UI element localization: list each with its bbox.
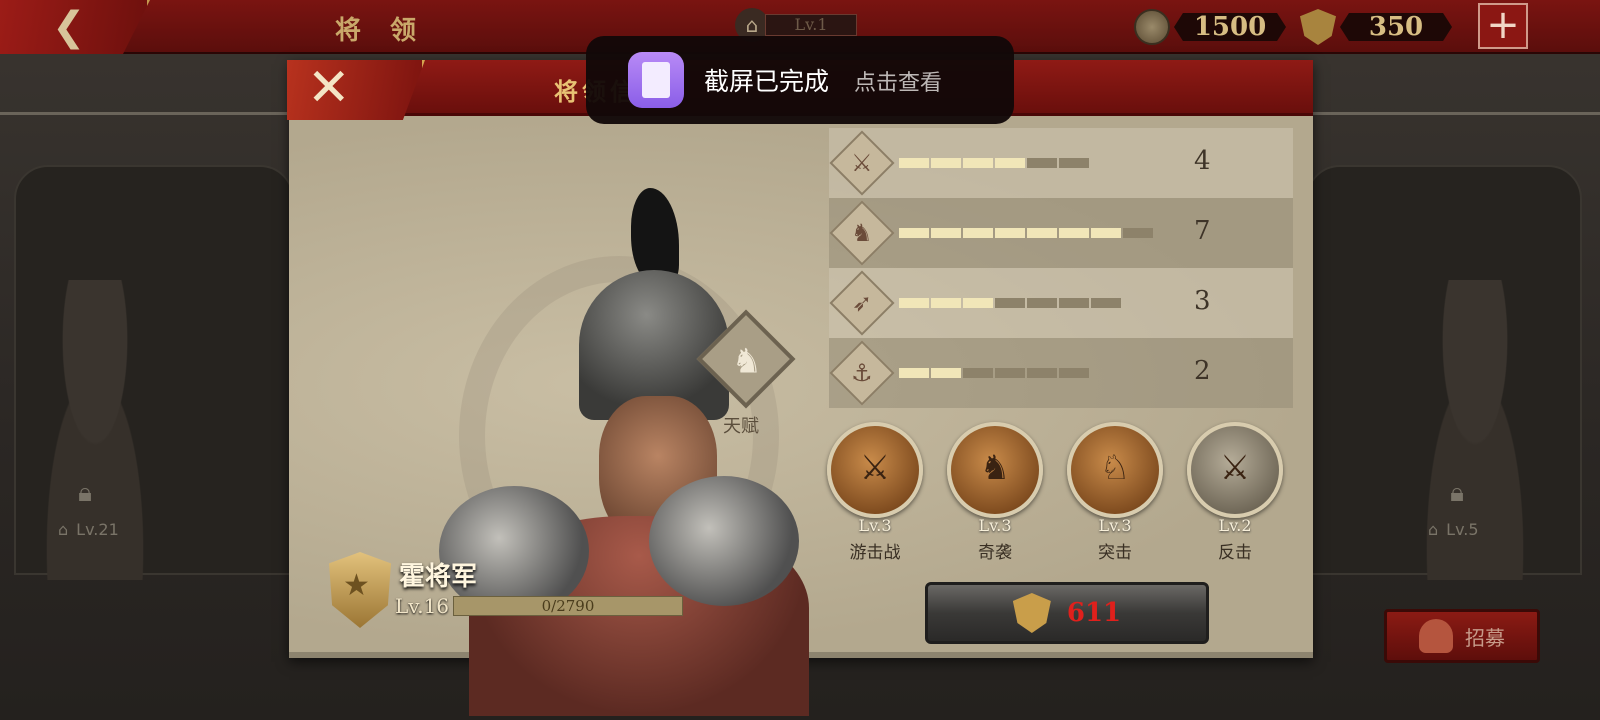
honor-value: 350 — [1340, 13, 1452, 41]
stat-row-navy: ⚓ 2 — [829, 338, 1293, 408]
stat-value: 2 — [1194, 356, 1211, 386]
stat-segment — [995, 158, 1025, 168]
stat-value: 4 — [1194, 146, 1211, 176]
stat-segment — [931, 158, 961, 168]
stat-segment — [963, 368, 993, 378]
stat-segment — [931, 368, 961, 378]
horse-icon: ♞ — [829, 200, 895, 266]
stat-segment — [931, 228, 961, 238]
talent-button[interactable]: ♞ 天赋 — [695, 309, 796, 437]
horse-head-icon: ♞ — [696, 309, 796, 409]
screen-title: 将 领 — [335, 16, 427, 46]
bow-icon: ➶ — [829, 270, 895, 336]
stat-segment — [1091, 298, 1121, 308]
stat-value: 3 — [1194, 286, 1211, 316]
stat-segment — [931, 298, 961, 308]
left-unlock-level: ⌂ Lv.21 — [58, 520, 119, 539]
stat-segment — [963, 228, 993, 238]
skill-ambush[interactable]: ♞ Lv.3 奇袭 — [945, 422, 1045, 563]
skill-ambush-icon: ♞ — [947, 422, 1043, 518]
add-resource-button[interactable]: + — [1478, 3, 1528, 49]
stat-segment — [899, 228, 929, 238]
coin-resource[interactable]: 1500 — [1134, 8, 1286, 46]
stat-row-archery: ➶ 3 — [829, 268, 1293, 338]
stat-segment — [963, 298, 993, 308]
upgrade-cost-button[interactable]: 611 — [925, 582, 1209, 644]
skill-counterattack[interactable]: ⚔ Lv.2 反击 — [1185, 422, 1285, 563]
stat-bar — [899, 298, 1121, 308]
close-button[interactable]: ✕ — [287, 60, 425, 120]
general-info-modal: 将领信 ✕ ★ 霍将军 Lv.16 0/2790 ♞ 天赋 ⚔ 4 — [287, 60, 1313, 716]
helmet-plus-icon — [1419, 619, 1453, 653]
rank-star-icon: ★ — [329, 552, 391, 628]
skill-level: Lv.3 — [978, 516, 1012, 535]
stat-bar — [899, 368, 1089, 378]
stat-segment — [1091, 228, 1121, 238]
game-screen: ❮ 将 领 ⌂ Lv.1 1500 350 + 🔒︎ 🔒︎ ⌂ Lv.21 ⌂ Lv… — [0, 0, 1600, 720]
stat-bar — [899, 158, 1089, 168]
sword-icon: ⚔ — [829, 130, 895, 196]
skill-name: 反击 — [1218, 543, 1252, 563]
skill-counterattack-icon: ⚔ — [1187, 422, 1283, 518]
stat-segment — [963, 158, 993, 168]
stat-bar — [899, 228, 1153, 238]
stat-segment — [995, 298, 1025, 308]
general-name-box: ★ 霍将军 Lv.16 0/2790 — [329, 550, 689, 640]
general-name: 霍将军 — [399, 562, 478, 592]
city-level-value: Lv.1 — [765, 14, 857, 36]
skill-level: Lv.3 — [858, 516, 892, 535]
close-icon: ✕ — [307, 58, 351, 118]
back-button[interactable]: ❮ — [0, 0, 150, 54]
anchor-icon: ⚓ — [829, 340, 895, 406]
stat-segment — [1123, 228, 1153, 238]
recruit-button[interactable]: 招募 — [1384, 609, 1540, 663]
stat-segment — [995, 368, 1025, 378]
back-arrow-icon: ❮ — [52, 4, 86, 50]
stat-segment — [899, 298, 929, 308]
experience-bar: 0/2790 — [453, 596, 683, 616]
experience-value: 0/2790 — [541, 597, 595, 615]
skill-guerrilla[interactable]: ⚔ Lv.3 游击战 — [825, 422, 925, 563]
skill-level: Lv.2 — [1218, 516, 1252, 535]
stat-segment — [899, 368, 929, 378]
toast-view-action[interactable]: 点击查看 — [854, 65, 942, 97]
honor-resource[interactable]: 350 — [1300, 8, 1452, 46]
stat-segment — [1027, 368, 1057, 378]
spqr-shield-icon — [1012, 593, 1051, 633]
lock-icon: 🔒︎ — [1450, 478, 1464, 508]
general-level: Lv.16 — [395, 594, 450, 618]
skill-name: 奇袭 — [978, 543, 1012, 563]
skill-level: Lv.3 — [1098, 516, 1132, 535]
talent-label: 天赋 — [723, 416, 759, 437]
stat-segment — [1059, 298, 1089, 308]
skill-name: 突击 — [1098, 543, 1132, 563]
recruit-label: 招募 — [1465, 625, 1505, 650]
skill-charge-icon: ♘ — [1067, 422, 1163, 518]
skill-guerrilla-icon: ⚔ — [827, 422, 923, 518]
stat-segment — [1059, 158, 1089, 168]
stat-segment — [1027, 298, 1057, 308]
stat-segment — [995, 228, 1025, 238]
coin-value: 1500 — [1174, 13, 1286, 41]
stat-segment — [1027, 228, 1057, 238]
gallery-app-icon — [628, 52, 684, 108]
spqr-shield-icon — [1300, 9, 1336, 45]
toast-message: 截屏已完成 — [704, 67, 830, 96]
stat-segment — [1027, 158, 1057, 168]
stat-row-cavalry: ♞ 7 — [829, 198, 1293, 268]
stat-segment — [1059, 368, 1089, 378]
cost-value: 611 — [1066, 598, 1122, 628]
lock-icon: 🔒︎ — [78, 478, 92, 508]
coin-icon — [1134, 9, 1170, 45]
screenshot-toast[interactable]: 截屏已完成 点击查看 — [586, 36, 1014, 124]
stat-row-infantry: ⚔ 4 — [829, 128, 1293, 198]
skill-charge[interactable]: ♘ Lv.3 突击 — [1065, 422, 1165, 563]
stat-segment — [1059, 228, 1089, 238]
stat-value: 7 — [1194, 216, 1211, 246]
right-unlock-level: ⌂ Lv.5 — [1428, 520, 1479, 539]
stat-segment — [899, 158, 929, 168]
skill-name: 游击战 — [849, 543, 901, 563]
